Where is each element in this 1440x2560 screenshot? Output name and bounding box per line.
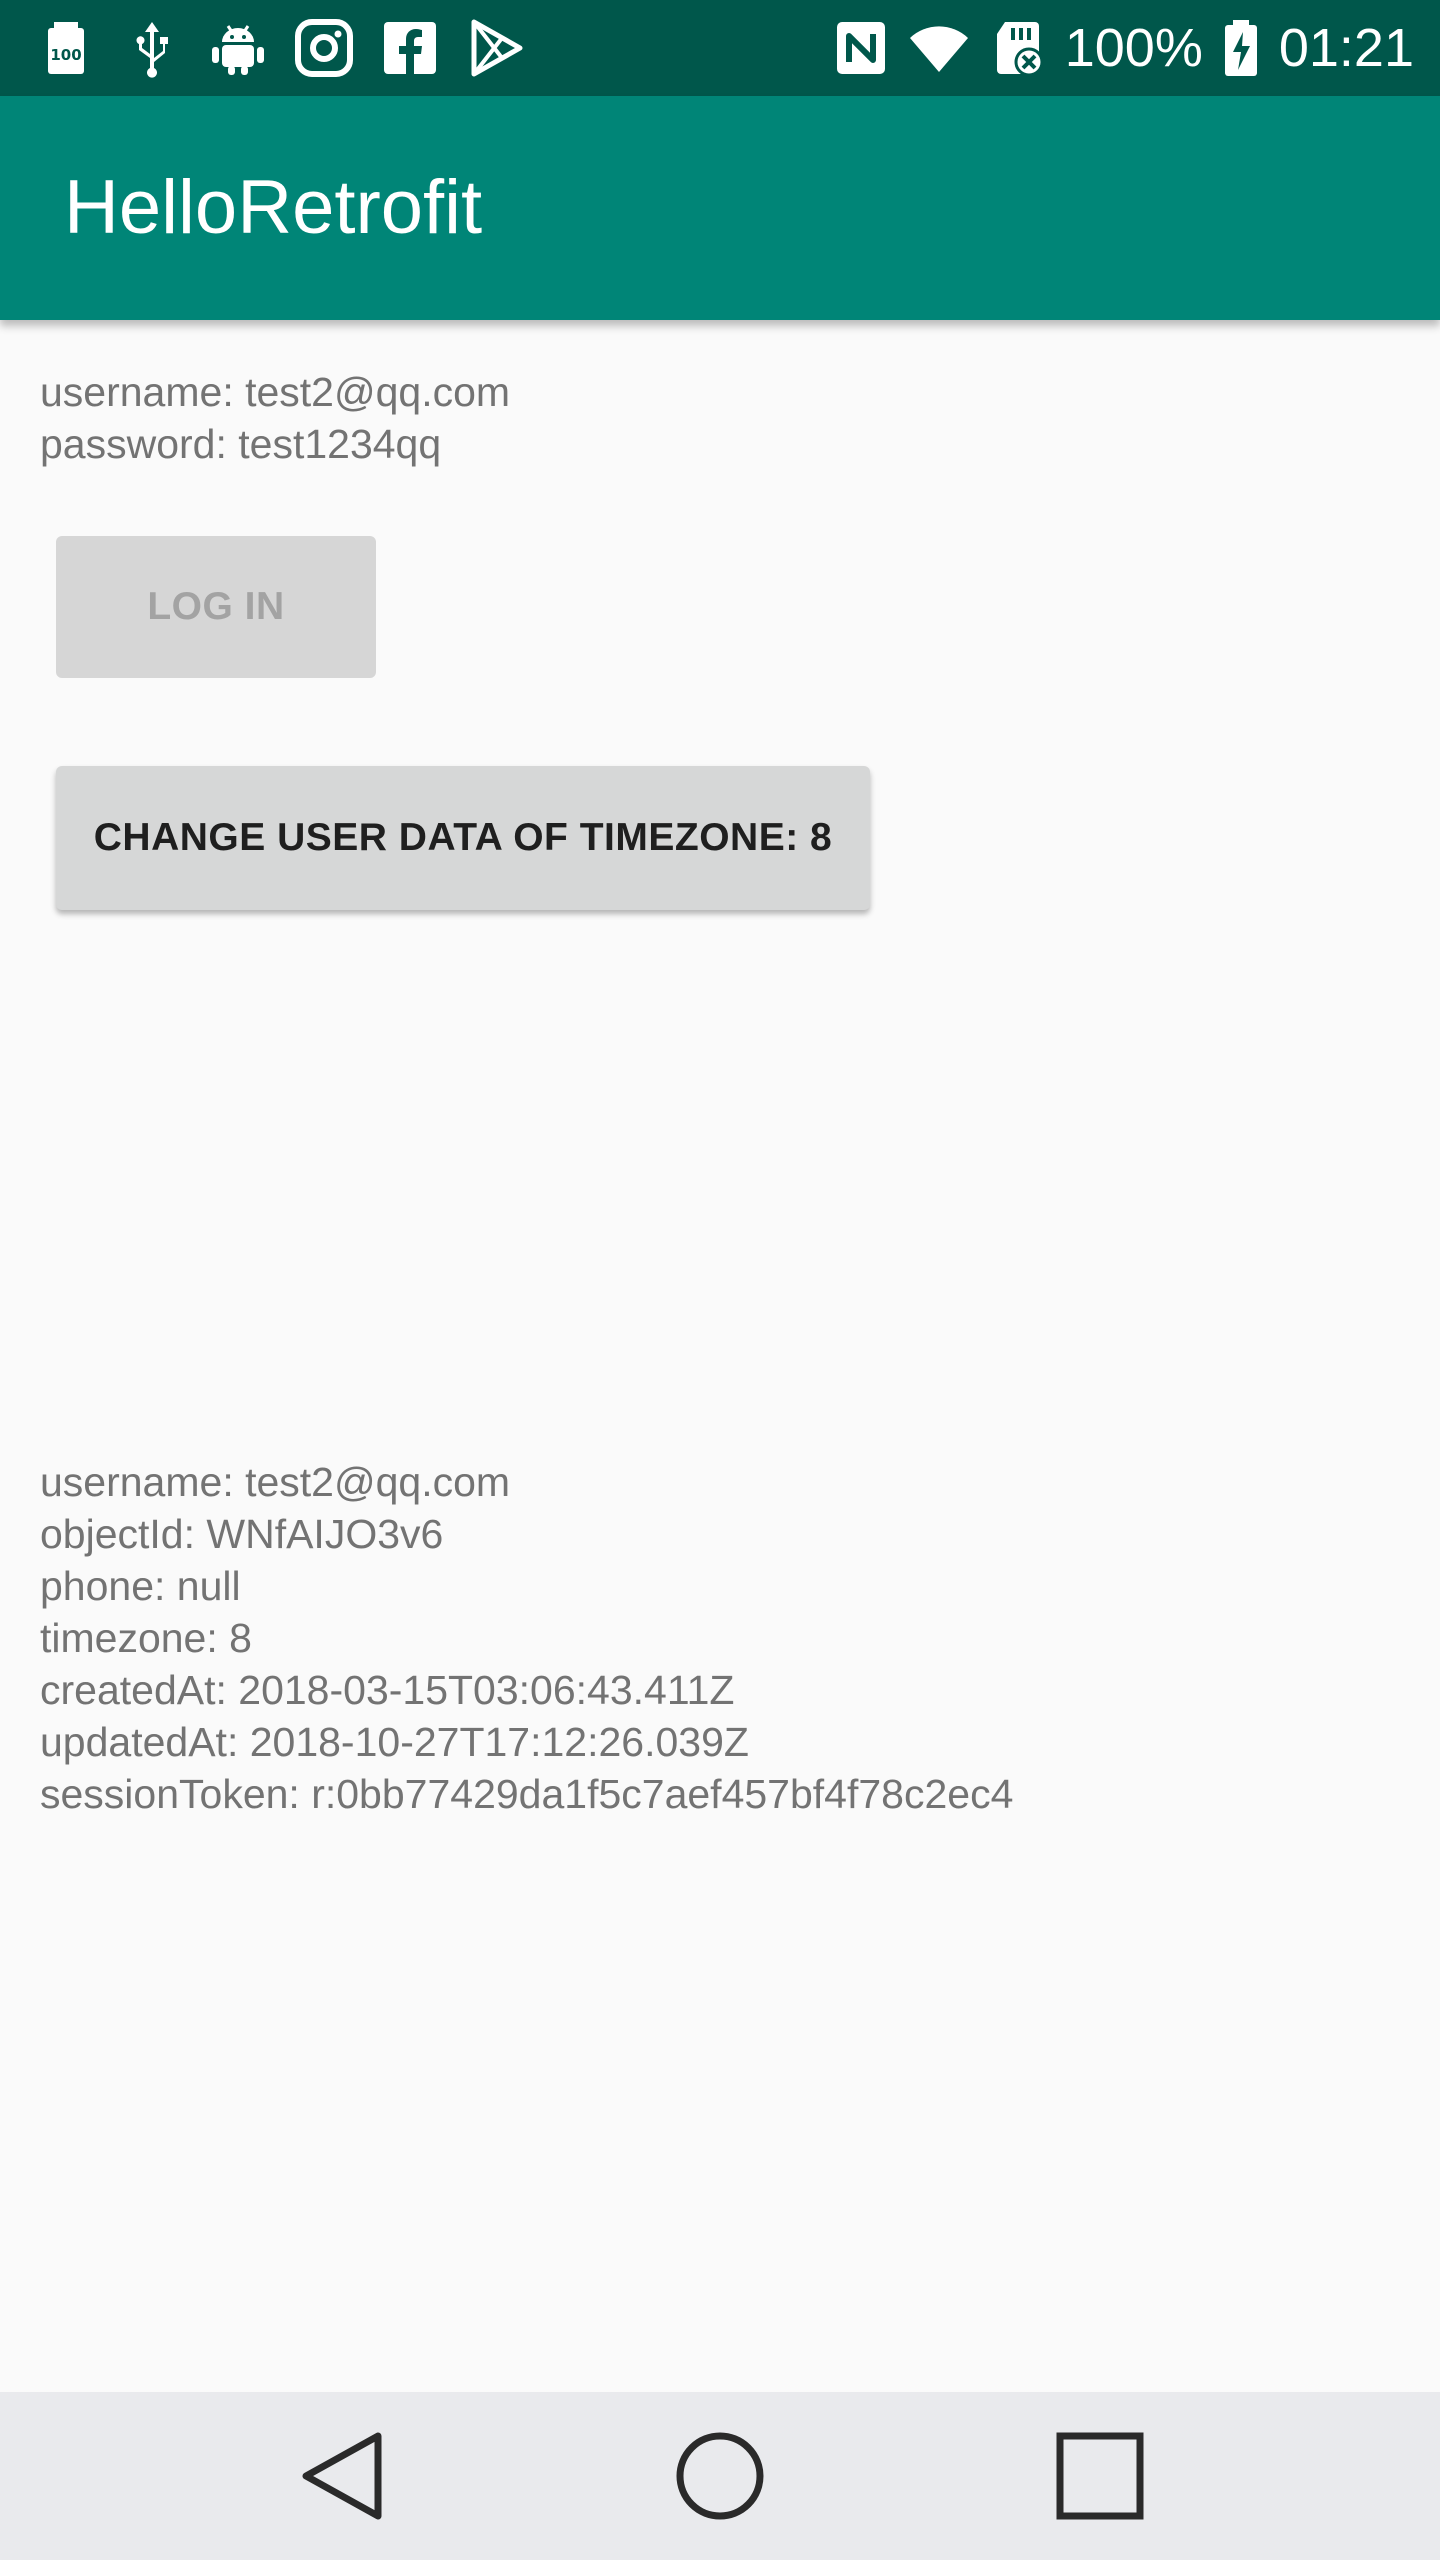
recents-icon[interactable] <box>1050 2426 1150 2526</box>
back-icon[interactable] <box>292 2426 392 2526</box>
status-bar-notifications: 100 <box>36 16 526 80</box>
instagram-icon <box>294 18 354 78</box>
nfc-icon <box>831 18 891 78</box>
app-bar: HelloRetrofit <box>0 96 1440 320</box>
clock: 01:21 <box>1278 18 1414 78</box>
credentials-text: username: test2@qq.com password: test123… <box>40 366 510 470</box>
status-bar: 100 100% 01:21 <box>0 0 1440 96</box>
password-text: password: test1234qq <box>40 421 442 467</box>
username-text: username: test2@qq.com <box>40 369 511 415</box>
svg-text:100: 100 <box>50 46 81 64</box>
wifi-icon <box>909 18 969 78</box>
login-button[interactable]: LOG IN <box>56 536 376 678</box>
usb-icon <box>122 18 182 78</box>
change-timezone-button[interactable]: CHANGE USER DATA OF TIMEZONE: 8 <box>56 766 870 910</box>
user-info-updated-at: updatedAt: 2018-10-27T17:12:26.039Z <box>40 1719 749 1765</box>
status-bar-system: 100% 01:21 <box>831 16 1414 80</box>
user-info-session-token: sessionToken: r:0bb77429da1f5c7aef457bf4… <box>40 1771 1014 1817</box>
play-store-icon <box>466 18 526 78</box>
sd-card-icon <box>987 18 1047 78</box>
battery-charging-icon <box>1221 18 1261 78</box>
battery-percent: 100% <box>1064 18 1203 78</box>
android-debug-icon <box>208 18 268 78</box>
home-icon[interactable] <box>670 2426 770 2526</box>
screen: 100 100% 01:21 HelloRetrofit username: t… <box>0 0 1440 2560</box>
user-info-object-id: objectId: WNfAIJO3v6 <box>40 1511 444 1557</box>
user-info-created-at: createdAt: 2018-03-15T03:06:43.411Z <box>40 1667 735 1713</box>
facebook-icon <box>380 18 440 78</box>
user-info-username: username: test2@qq.com <box>40 1459 511 1505</box>
navigation-bar <box>0 2392 1440 2560</box>
user-info-phone: phone: null <box>40 1563 241 1609</box>
user-info-text: username: test2@qq.com objectId: WNfAIJO… <box>40 1456 1013 1820</box>
battery-saver-icon: 100 <box>36 18 96 78</box>
app-title: HelloRetrofit <box>64 165 483 250</box>
main-content: username: test2@qq.com password: test123… <box>0 320 1440 2392</box>
user-info-timezone: timezone: 8 <box>40 1615 252 1661</box>
